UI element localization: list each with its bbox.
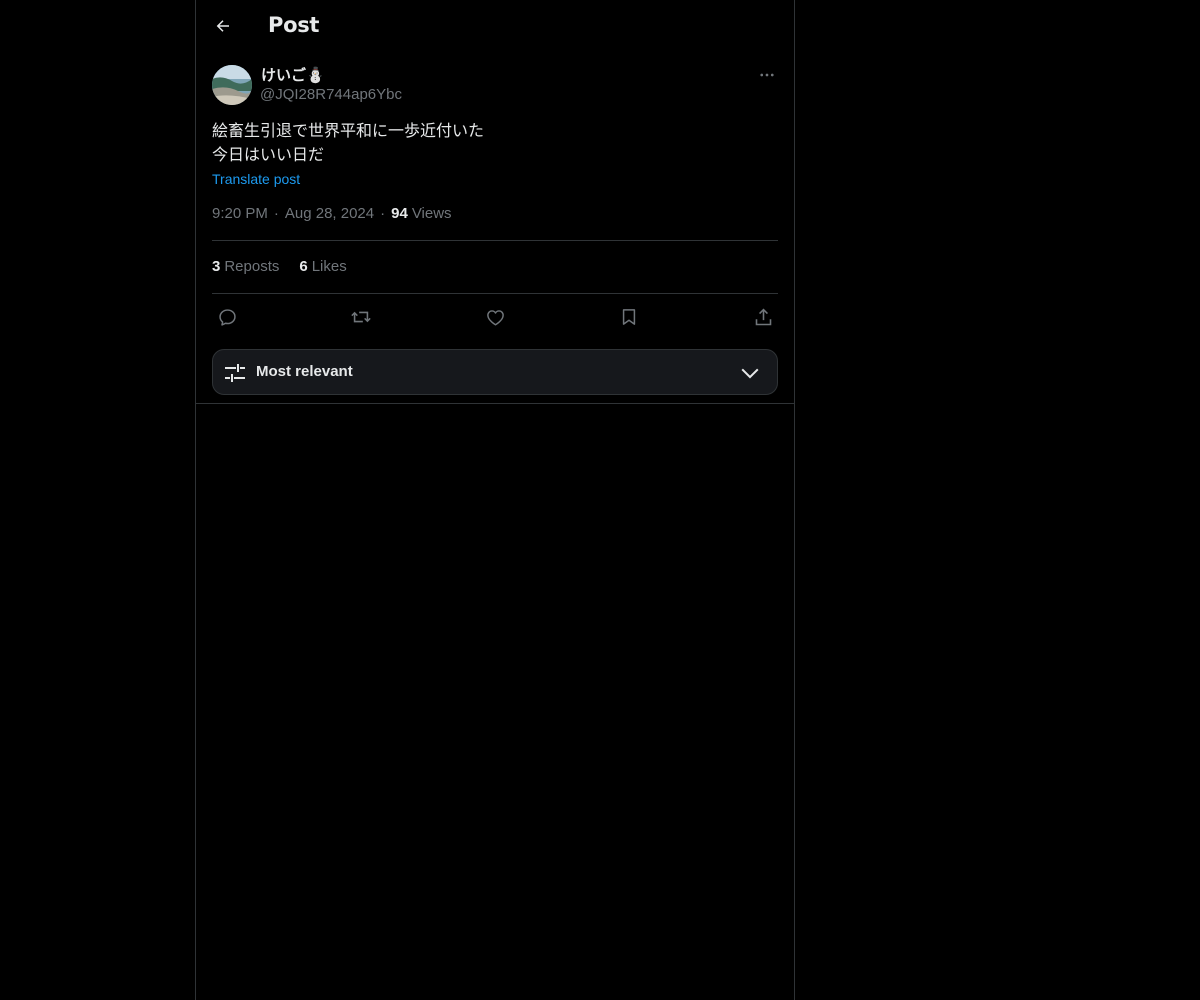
reposts-stat[interactable]: 3 Reposts [212,258,279,275]
reposts-count: 3 [212,258,221,275]
arrow-left-icon [214,17,232,35]
avatar[interactable] [212,65,252,105]
share-button[interactable] [750,304,776,330]
back-button[interactable] [206,9,240,43]
header: Post [196,0,794,54]
post-time[interactable]: 9:20 PM [212,205,268,222]
more-horizontal-icon [758,66,776,84]
divider [212,293,778,294]
reply-sort-dropdown[interactable]: Most relevant [212,349,778,395]
user-handle[interactable]: @JQI28R744ap6Ybc [260,86,402,103]
views-label: Views [411,205,452,222]
sort-label: Most relevant [256,363,353,380]
main-column: Post けいご⛄ @JQI28R744ap6Ybc 絵畜生引退で世界平和に一歩… [195,0,795,1000]
action-bar [212,304,778,330]
separator-dot: · [380,205,386,222]
post-text-line: 絵畜生引退で世界平和に一歩近付いた [212,121,485,140]
likes-stat[interactable]: 6 Likes [299,258,346,275]
bookmark-icon [619,307,639,327]
likes-label: Likes [311,258,347,275]
separator-dot: · [273,205,279,222]
reposts-label: Reposts [224,258,280,275]
likes-count: 6 [299,258,308,275]
divider [196,403,794,404]
author-row: けいご⛄ @JQI28R744ap6Ybc [212,64,778,108]
engagement-stats: 3 Reposts 6 Likes [212,258,367,275]
sliders-icon [223,361,247,385]
chevron-down-icon [739,362,761,384]
post-text-line: 今日はいい日だ [212,145,325,164]
divider [212,240,778,241]
post-date[interactable]: Aug 28, 2024 [285,205,374,222]
repost-button[interactable] [348,304,374,330]
reply-icon [217,307,238,328]
bookmark-button[interactable] [616,304,642,330]
share-icon [753,307,774,328]
translate-post-link[interactable]: Translate post [212,171,300,187]
page-title: Post [268,13,320,37]
post-meta: 9:20 PM · Aug 28, 2024 · 94 Views [212,205,452,222]
repost-icon [350,306,372,328]
heart-icon [485,307,506,328]
like-button[interactable] [482,304,508,330]
views-count: 94 [391,205,408,222]
reply-button[interactable] [214,304,240,330]
display-name[interactable]: けいご⛄ [261,64,325,85]
post-text: 絵畜生引退で世界平和に一歩近付いた 今日はいい日だ [212,119,778,167]
more-options-button[interactable] [756,64,778,86]
